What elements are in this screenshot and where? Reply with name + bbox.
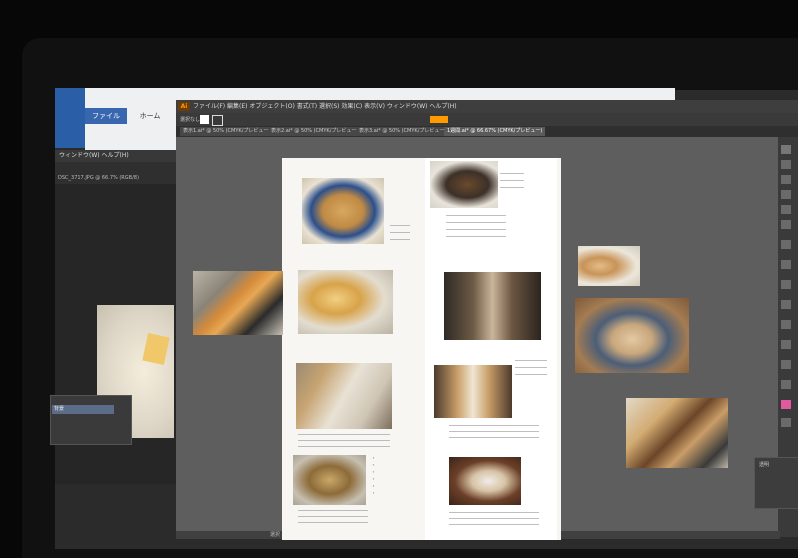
photo-pound-cake[interactable] [434, 365, 512, 418]
screen-mode-icon[interactable] [781, 418, 791, 427]
layers-panel [50, 395, 132, 445]
width-tool-icon[interactable] [781, 300, 791, 309]
rotate-tool-icon[interactable] [781, 260, 791, 269]
photoshop-document-tab[interactable]: DSC_3717.JPG @ 66.7% (RGB/8) [58, 175, 139, 181]
text-line [500, 187, 524, 188]
opacity-field[interactable] [430, 116, 448, 123]
text-line [515, 367, 547, 368]
pen-tool-icon[interactable] [781, 175, 791, 184]
cake-slice [142, 333, 170, 365]
photo-hand-cookie[interactable] [578, 246, 640, 286]
text-line [449, 431, 539, 432]
photo-cookies-on-grid[interactable] [193, 271, 283, 335]
ribbon-tab-home[interactable]: ホーム [130, 108, 170, 124]
text-line [500, 180, 524, 181]
gradient-tool-icon[interactable] [781, 320, 791, 329]
text-line [446, 236, 506, 237]
text-line [390, 225, 410, 226]
text-line [446, 215, 506, 216]
transparency-panel-label: 透明 [759, 462, 770, 468]
text-line [298, 522, 368, 523]
fill-swatch[interactable] [200, 115, 209, 124]
text-line [390, 239, 410, 240]
text-line [298, 446, 390, 447]
ribbon-tab-file[interactable]: ファイル [85, 108, 127, 124]
document-tab[interactable]: 表示1.ai* @ 50% (CMYK/プレビュー) [180, 127, 274, 136]
text-line [298, 434, 390, 435]
photo-cookies-on-plate[interactable] [302, 178, 384, 244]
control-bar-label: 選択なし [180, 117, 201, 123]
brush-tool-icon[interactable] [781, 240, 791, 249]
text-line [449, 524, 539, 525]
text-line [449, 425, 539, 426]
eyedropper-tool-icon[interactable] [781, 340, 791, 349]
line-tool-icon[interactable] [781, 205, 791, 214]
photo-tea-cup[interactable] [430, 161, 498, 208]
scale-tool-icon[interactable] [781, 280, 791, 289]
photo-cake-loaf[interactable] [626, 398, 728, 468]
document-tab-active[interactable]: 1週間.ai* @ 66.67% (CMYK/プレビュー) [444, 127, 546, 136]
control-bar [176, 113, 798, 126]
photo-cake-squares[interactable] [575, 298, 689, 373]
text-line [449, 512, 539, 513]
photoshop-menubar[interactable]: ウィンドウ(W) ヘルプ(H) [55, 150, 180, 162]
text-line [515, 374, 547, 375]
photo-tea-set[interactable] [449, 457, 521, 505]
layer-row[interactable]: 背景 [52, 405, 114, 414]
photo-biscuits-bowl[interactable] [298, 270, 393, 334]
illustrator-logo: Ai [178, 102, 190, 111]
text-line [298, 440, 390, 441]
text-line [298, 516, 368, 517]
text-line [449, 518, 539, 519]
text-line [515, 360, 547, 361]
direct-selection-tool-icon[interactable] [781, 160, 791, 169]
text-line [390, 232, 410, 233]
status-bar-text: 選択 [270, 532, 281, 538]
selection-tool-icon[interactable] [781, 145, 791, 154]
photo-cookies-rack[interactable] [296, 363, 392, 429]
text-line [446, 229, 506, 230]
page-vertical-heading: ・・・・・・ [369, 455, 376, 497]
type-tool-icon[interactable] [781, 190, 791, 199]
photo-cookies-tray[interactable] [293, 455, 366, 505]
hand-tool-icon[interactable] [781, 360, 791, 369]
text-line [449, 437, 539, 438]
fill-stroke-icon[interactable] [781, 400, 791, 409]
rectangle-tool-icon[interactable] [781, 220, 791, 229]
text-line [298, 510, 368, 511]
document-tab[interactable]: 表示2.ai* @ 50% (CMYK/プレビュー) [268, 127, 362, 136]
photo-japanese-room[interactable] [444, 272, 541, 340]
document-tab[interactable]: 表示3.ai* @ 50% (CMYK/プレビュー) [356, 127, 450, 136]
text-line [446, 222, 506, 223]
zoom-tool-icon[interactable] [781, 380, 791, 389]
text-line [500, 173, 524, 174]
illustrator-menu[interactable]: ファイル(F) 編集(E) オブジェクト(O) 書式(T) 選択(S) 効果(C… [193, 101, 457, 110]
stroke-swatch[interactable] [212, 115, 223, 126]
